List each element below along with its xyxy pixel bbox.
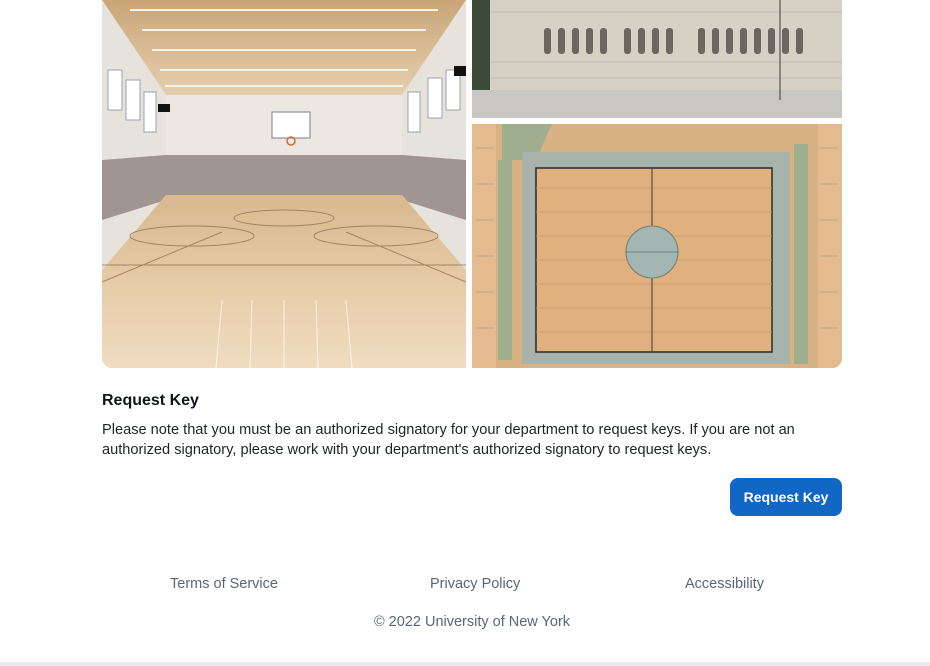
copyright-notice: © 2022 University of New York [373, 614, 571, 630]
accessibility-link[interactable]: Accessibility [685, 574, 764, 594]
authorization-notice: Please note that you must be an authoriz… [102, 422, 795, 458]
indoor-gymnasium-photo [102, 0, 466, 368]
page-bottom-divider [0, 662, 930, 666]
building-facade-photo [472, 0, 842, 118]
terms-of-service-link[interactable]: Terms of Service [170, 574, 278, 594]
court-floor-plan-photo [472, 124, 842, 368]
privacy-policy-link[interactable]: Privacy Policy [430, 574, 520, 594]
facility-image-gallery [102, 0, 842, 368]
request-key-heading: Request Key [102, 392, 199, 409]
request-key-button[interactable]: Request Key [730, 478, 842, 516]
